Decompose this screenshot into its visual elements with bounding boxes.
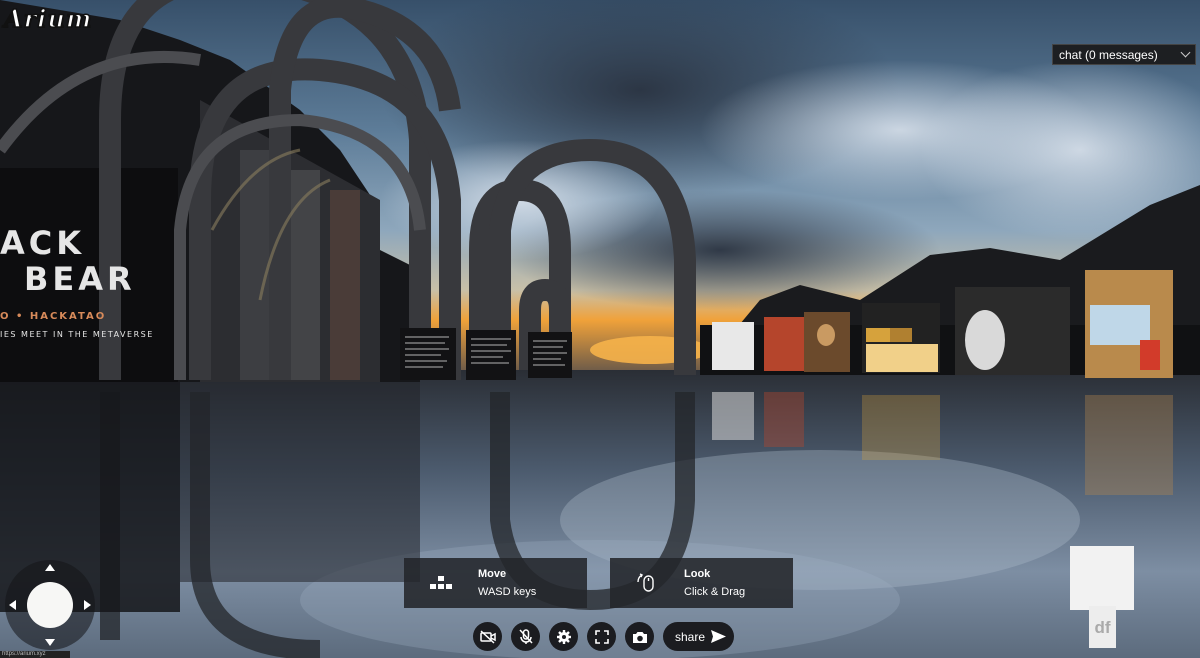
chat-dropdown[interactable]: chat (0 messages) xyxy=(1052,44,1196,65)
status-url: https://arium.xyz xyxy=(0,651,70,658)
poster-line-4: IES MEET IN THE METAVERSE xyxy=(0,330,154,339)
fullscreen-button[interactable] xyxy=(587,622,616,651)
mic-toggle-button[interactable] xyxy=(511,622,540,651)
chevron-down-icon xyxy=(1180,47,1191,58)
snapshot-button[interactable] xyxy=(625,622,654,651)
move-hint-detail: WASD keys xyxy=(478,586,537,598)
3d-gallery-viewport[interactable]: ACK BEAR O • HACKATAO IES MEET IN THE ME… xyxy=(0,0,1200,658)
poster-panel: ACK BEAR O • HACKATAO IES MEET IN THE ME… xyxy=(0,225,178,339)
look-hint-detail: Click & Drag xyxy=(684,586,746,598)
gear-icon xyxy=(556,629,571,644)
arrow-down-icon xyxy=(45,639,55,646)
mic-off-icon xyxy=(518,628,533,644)
poster-line-2: BEAR xyxy=(24,260,136,298)
fullscreen-icon xyxy=(594,629,609,644)
settings-button[interactable] xyxy=(549,622,578,651)
camera-toggle-button[interactable] xyxy=(473,622,502,651)
share-label: share xyxy=(675,629,706,644)
look-hint: Look Click & Drag xyxy=(610,558,793,608)
move-hint-title: Move xyxy=(478,568,507,580)
arium-logo[interactable]: Arium xyxy=(3,3,92,34)
chat-dropdown-label: chat (0 messages) xyxy=(1059,47,1158,62)
send-icon xyxy=(711,630,727,643)
df-badge-text: df xyxy=(1089,606,1116,648)
camera-off-icon xyxy=(479,629,496,644)
bottom-toolbar: share xyxy=(473,622,735,652)
arrow-right-icon xyxy=(84,600,91,610)
df-badge[interactable]: df xyxy=(1070,546,1134,648)
share-button[interactable]: share xyxy=(663,622,735,651)
arrow-left-icon xyxy=(9,600,16,610)
movement-joystick[interactable] xyxy=(5,560,95,650)
poster-line-3: O • HACKATAO xyxy=(0,311,107,322)
joystick-knob[interactable] xyxy=(27,582,73,628)
look-hint-title: Look xyxy=(684,568,711,580)
arrow-up-icon xyxy=(45,564,55,571)
wasd-keys-icon xyxy=(404,575,478,591)
move-hint: Move WASD keys xyxy=(404,558,587,608)
scene-render xyxy=(0,0,1200,658)
snapshot-icon xyxy=(632,631,647,643)
poster-line-1: ACK xyxy=(0,224,86,262)
mouse-drag-icon xyxy=(610,571,684,595)
